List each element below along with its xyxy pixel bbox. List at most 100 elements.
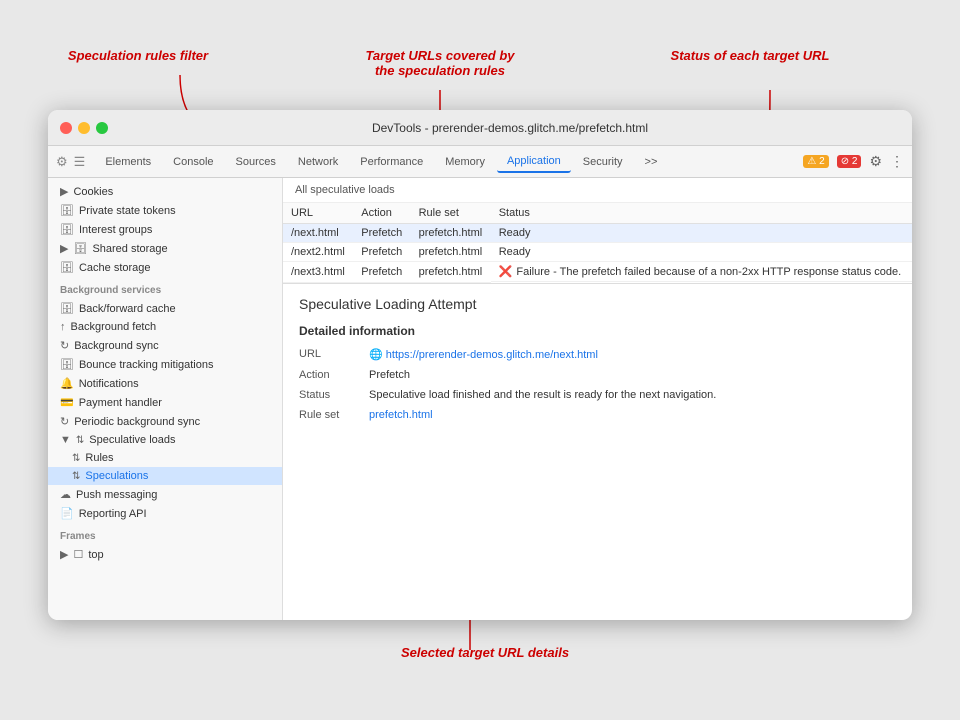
sidebar-item-label: Periodic background sync	[74, 416, 200, 428]
detail-value-action: Prefetch	[369, 369, 410, 381]
sync-icon: ↻	[60, 415, 69, 428]
db-icon: 🗄	[60, 358, 74, 371]
sidebar-item-private-state[interactable]: 🗄 Private state tokens	[48, 201, 282, 220]
sidebar-item-rules[interactable]: ⇅ Rules	[48, 449, 282, 467]
db-icon: 🗄	[73, 242, 87, 255]
payment-icon: 💳	[60, 396, 74, 409]
detail-value-url: 🌐 https://prerender-demos.glitch.me/next…	[369, 348, 598, 361]
sidebar-item-label: top	[88, 549, 103, 561]
sidebar-item-label: Interest groups	[79, 224, 152, 236]
detail-row-ruleset: Rule set prefetch.html	[299, 409, 896, 421]
devtools-icon: ⚙	[56, 154, 68, 170]
expand-icon: ▶	[60, 185, 68, 198]
error-icon: ❌	[499, 265, 513, 278]
cell-url: /next.html	[283, 224, 353, 243]
cell-ruleset: prefetch.html	[411, 243, 491, 262]
tab-performance[interactable]: Performance	[350, 152, 433, 172]
tab-network[interactable]: Network	[288, 152, 348, 172]
cell-url: /next2.html	[283, 243, 353, 262]
detail-label-status: Status	[299, 389, 369, 401]
speculative-icon: ⇅	[72, 471, 80, 482]
cell-ruleset: prefetch.html	[411, 224, 491, 243]
sidebar-item-periodic-sync[interactable]: ↻ Periodic background sync	[48, 412, 282, 431]
sidebar-item-frames-top[interactable]: ▶ ☐ top	[48, 545, 282, 564]
tab-security[interactable]: Security	[573, 152, 633, 172]
ruleset-link[interactable]: prefetch.html	[369, 409, 433, 421]
toolbar-icons: ⚠ 2 ⊘ 2 ⚙ ⋮	[803, 153, 904, 170]
sidebar-item-label: Notifications	[79, 378, 139, 390]
fetch-icon: ↑	[60, 321, 66, 333]
sidebar-item-bg-sync[interactable]: ↻ Background sync	[48, 336, 282, 355]
close-button[interactable]	[60, 122, 72, 134]
maximize-button[interactable]	[96, 122, 108, 134]
tab-application[interactable]: Application	[497, 151, 571, 173]
cell-status: Ready	[491, 224, 912, 243]
cell-action: Prefetch	[353, 224, 410, 243]
detail-label-ruleset: Rule set	[299, 409, 369, 421]
tab-memory[interactable]: Memory	[435, 152, 495, 172]
detail-row-action: Action Prefetch	[299, 369, 896, 381]
cell-action: Prefetch	[353, 243, 410, 262]
detail-subtitle: Detailed information	[299, 324, 896, 338]
sidebar-item-bg-fetch[interactable]: ↑ Background fetch	[48, 318, 282, 336]
globe-icon: 🌐	[369, 349, 383, 361]
detail-row-status: Status Speculative load finished and the…	[299, 389, 896, 401]
col-action: Action	[353, 203, 410, 224]
table-row[interactable]: /next.html Prefetch prefetch.html Ready	[283, 224, 912, 243]
detail-row-url: URL 🌐 https://prerender-demos.glitch.me/…	[299, 348, 896, 361]
right-panel: All speculative loads URL Action Rule se…	[283, 178, 912, 620]
inspect-icon: ☰	[74, 154, 86, 170]
sidebar-item-push[interactable]: ☁ Push messaging	[48, 485, 282, 504]
url-link[interactable]: https://prerender-demos.glitch.me/next.h…	[386, 349, 598, 361]
sidebar-item-cookies[interactable]: ▶ Cookies	[48, 182, 282, 201]
table-row[interactable]: /next3.html Prefetch prefetch.html ❌ Fai…	[283, 262, 912, 283]
sidebar-item-bf-cache[interactable]: 🗄 Back/forward cache	[48, 299, 282, 318]
expand-icon: ▶	[60, 548, 68, 561]
cell-status: Ready	[491, 243, 912, 262]
traffic-lights	[60, 122, 108, 134]
annotation-speculation-filter: Speculation rules filter	[58, 48, 218, 63]
settings-icon[interactable]: ⚙	[869, 153, 882, 170]
sidebar-item-notifications[interactable]: 🔔 Notifications	[48, 374, 282, 393]
expand-icon: ▶	[60, 242, 68, 255]
sidebar-item-label: Cache storage	[79, 262, 151, 274]
tab-sources[interactable]: Sources	[226, 152, 286, 172]
tab-more[interactable]: >>	[635, 152, 668, 172]
sidebar-item-label: Shared storage	[92, 243, 167, 255]
minimize-button[interactable]	[78, 122, 90, 134]
doc-icon: 📄	[60, 507, 74, 520]
annotation-selected-details: Selected target URL details	[370, 645, 600, 660]
sidebar-item-bounce[interactable]: 🗄 Bounce tracking mitigations	[48, 355, 282, 374]
detail-label-url: URL	[299, 348, 369, 360]
db-icon: 🗄	[60, 223, 74, 236]
devtools-toolbar: ⚙ ☰ Elements Console Sources Network Per…	[48, 146, 912, 178]
sidebar-item-shared-storage[interactable]: ▶ 🗄 Shared storage	[48, 239, 282, 258]
sidebar-item-cache-storage[interactable]: 🗄 Cache storage	[48, 258, 282, 277]
sidebar-item-payment[interactable]: 💳 Payment handler	[48, 393, 282, 412]
sidebar-item-label: Speculations	[85, 470, 148, 482]
sync-icon: ↻	[60, 339, 69, 352]
tab-console[interactable]: Console	[163, 152, 223, 172]
sidebar: ▶ Cookies 🗄 Private state tokens 🗄 Inter…	[48, 178, 283, 620]
sidebar-item-speculative-loads[interactable]: ▼ ⇅ Speculative loads	[48, 431, 282, 449]
sidebar-item-label: Payment handler	[79, 397, 162, 409]
more-icon[interactable]: ⋮	[890, 153, 904, 170]
sidebar-item-label: Background sync	[74, 340, 158, 352]
cell-url: /next3.html	[283, 262, 353, 283]
sidebar-item-reporting[interactable]: 📄 Reporting API	[48, 504, 282, 523]
main-content: ▶ Cookies 🗄 Private state tokens 🗄 Inter…	[48, 178, 912, 620]
db-icon: 🗄	[60, 204, 74, 217]
sidebar-item-interest[interactable]: 🗄 Interest groups	[48, 220, 282, 239]
db-icon: 🗄	[60, 261, 74, 274]
sidebar-item-label: Background fetch	[71, 321, 157, 333]
frames-label: Frames	[48, 523, 282, 545]
speculative-icon: ⇅	[76, 435, 84, 446]
background-services-label: Background services	[48, 277, 282, 299]
detail-label-action: Action	[299, 369, 369, 381]
speculative-icon: ⇅	[72, 453, 80, 464]
table-row[interactable]: /next2.html Prefetch prefetch.html Ready	[283, 243, 912, 262]
sidebar-item-label: Bounce tracking mitigations	[79, 359, 214, 371]
tab-elements[interactable]: Elements	[95, 152, 161, 172]
expand-icon: ▼	[60, 434, 71, 446]
sidebar-item-speculations[interactable]: ⇅ Speculations	[48, 467, 282, 485]
